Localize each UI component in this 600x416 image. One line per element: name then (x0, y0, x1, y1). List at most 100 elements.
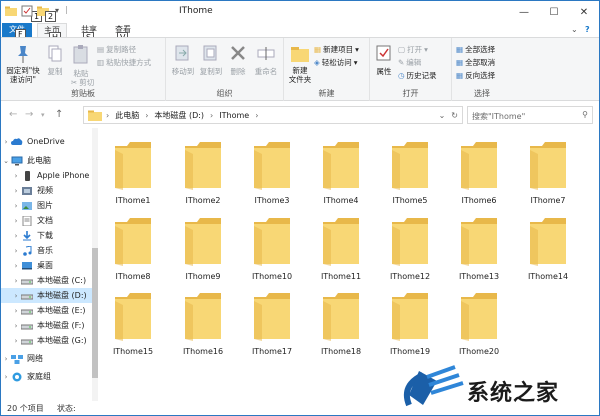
nav-item-[interactable]: › 下载 (1, 228, 93, 243)
nav-item-g[interactable]: › 本地磁盘 (G:) (1, 333, 93, 348)
folder-item[interactable]: IThome1 (99, 134, 167, 206)
nav-item-[interactable]: › 图片 (1, 198, 93, 213)
expand-chevron-icon[interactable]: › (11, 337, 21, 345)
folder-item[interactable]: IThome14 (514, 210, 582, 282)
nav-item-e[interactable]: › 本地磁盘 (E:) (1, 303, 93, 318)
search-input[interactable]: 搜索"IThome" ⚲ (467, 106, 593, 124)
copy-to-button[interactable]: 复制到 (198, 44, 224, 77)
paste-shortcut-icon: ▥ (97, 58, 105, 67)
expand-chevron-icon[interactable]: › (11, 262, 21, 270)
expand-chevron-icon[interactable]: › (11, 172, 21, 180)
nav-item-[interactable]: › 文档 (1, 213, 93, 228)
folder-item[interactable]: IThome18 (307, 285, 375, 357)
nav-item-f[interactable]: › 本地磁盘 (F:) (1, 318, 93, 333)
copy-button[interactable]: 复制 (45, 44, 65, 77)
expand-chevron-icon[interactable]: › (11, 187, 21, 195)
help-icon[interactable]: ? (585, 25, 590, 34)
nav-scrollbar[interactable] (92, 128, 98, 401)
chevron-down-icon[interactable]: ⌄ (571, 25, 578, 34)
expand-chevron-icon[interactable]: › (1, 373, 11, 381)
folder-name: IThome11 (320, 272, 362, 281)
new-item-button[interactable]: ▦ 新建项目 ▾ (314, 44, 359, 55)
folder-item[interactable]: IThome8 (99, 210, 167, 282)
edit-button[interactable]: ✎ 编辑 (398, 57, 421, 68)
folder-item[interactable]: IThome16 (169, 285, 237, 357)
new-folder-button[interactable]: 新建 文件夹 (288, 44, 312, 84)
easy-access-button[interactable]: ◈ 轻松访问 ▾ (314, 57, 358, 68)
folder-item[interactable]: IThome6 (445, 134, 513, 206)
chevron-down-icon[interactable]: ▾ (55, 6, 59, 15)
nav-scrollbar-thumb[interactable] (92, 248, 98, 378)
address-bar[interactable]: › 此电脑 › 本地磁盘 (D:) › IThome › ⌄ ↻ (83, 106, 463, 124)
expand-chevron-icon[interactable]: › (11, 247, 21, 255)
properties-button[interactable]: 属性 (374, 44, 394, 77)
folder-item[interactable]: IThome13 (445, 210, 513, 282)
copy-path-button[interactable]: ▤ 复制路径 (97, 44, 136, 55)
nav-item-[interactable]: ⌄ 此电脑 (1, 153, 93, 168)
open-button[interactable]: ▢ 打开 ▾ (398, 44, 428, 55)
folder-item[interactable]: IThome9 (169, 210, 237, 282)
folder-item[interactable]: IThome4 (307, 134, 375, 206)
folder-item[interactable]: IThome3 (238, 134, 306, 206)
cloud-icon (11, 137, 27, 147)
delete-button[interactable]: 删除 (228, 44, 248, 77)
recent-chevron-icon[interactable]: ▾ (41, 111, 45, 119)
expand-chevron-icon[interactable]: › (11, 307, 21, 315)
nav-item-[interactable]: › 桌面 (1, 258, 93, 273)
nav-item-c[interactable]: › 本地磁盘 (C:) (1, 273, 93, 288)
expand-chevron-icon[interactable]: › (11, 292, 21, 300)
close-icon[interactable]: ✕ (569, 1, 599, 23)
history-button[interactable]: ◷ 历史记录 (398, 70, 437, 81)
properties-icon[interactable] (21, 5, 33, 17)
folder-item[interactable]: IThome12 (376, 210, 444, 282)
document-icon (21, 215, 37, 226)
forward-icon[interactable]: → (25, 109, 33, 120)
folder-item[interactable]: IThome5 (376, 134, 444, 206)
folder-item[interactable]: IThome19 (376, 285, 444, 357)
address-dropdown-icon[interactable]: ⌄ (439, 111, 446, 120)
breadcrumb-drive-d[interactable]: 本地磁盘 (D:) (154, 110, 204, 121)
paste-shortcut-button[interactable]: ▥ 粘贴快捷方式 (97, 57, 151, 68)
expand-chevron-icon[interactable]: › (1, 355, 11, 363)
expand-chevron-icon[interactable]: › (11, 202, 21, 210)
nav-item-[interactable]: › 网络 (1, 351, 93, 366)
rename-button[interactable]: 重命名 (252, 44, 280, 77)
select-all-button[interactable]: ▦ 全部选择 (456, 44, 495, 55)
folder-icon (5, 6, 17, 16)
breadcrumb-this-pc[interactable]: 此电脑 (115, 110, 139, 121)
expand-chevron-icon[interactable]: ⌄ (1, 157, 11, 165)
nav-item-[interactable]: › 家庭组 (1, 369, 93, 384)
expand-chevron-icon[interactable]: › (11, 322, 21, 330)
folder-item[interactable]: IThome10 (238, 210, 306, 282)
expand-chevron-icon[interactable]: › (11, 217, 21, 225)
expand-chevron-icon[interactable]: › (11, 232, 21, 240)
pin-quick-access-button[interactable]: 固定到"快速访问" (5, 44, 41, 84)
select-none-button[interactable]: ▦ 全部取消 (456, 57, 495, 68)
cut-button[interactable]: ✂ 剪切 (71, 77, 94, 88)
expand-chevron-icon[interactable]: › (11, 277, 21, 285)
expand-chevron-icon[interactable]: › (1, 138, 11, 146)
easy-access-icon: ◈ (314, 58, 320, 67)
paste-button[interactable]: 粘贴 (71, 44, 91, 79)
nav-item-apple-iphone[interactable]: › Apple iPhone (1, 168, 93, 183)
nav-item-d[interactable]: › 本地磁盘 (D:) (1, 288, 93, 303)
breadcrumb-ithome[interactable]: IThome (219, 111, 249, 120)
move-to-button[interactable]: 移动到 (170, 44, 196, 77)
refresh-icon[interactable]: ↻ (451, 111, 458, 120)
folder-item[interactable]: IThome17 (238, 285, 306, 357)
folder-item[interactable]: IThome2 (169, 134, 237, 206)
nav-item-[interactable]: › 音乐 (1, 243, 93, 258)
maximize-icon[interactable]: ☐ (539, 1, 569, 23)
folder-item[interactable]: IThome11 (307, 210, 375, 282)
invert-selection-button[interactable]: ▦ 反向选择 (456, 70, 495, 81)
nav-item-onedrive[interactable]: › OneDrive (1, 134, 93, 149)
folder-item[interactable]: IThome7 (514, 134, 582, 206)
group-select: ▦ 全部选择 ▦ 全部取消 ▦ 反向选择 选择 (452, 38, 512, 101)
minimize-icon[interactable]: — (509, 1, 539, 23)
up-icon[interactable]: ↑ (55, 109, 63, 120)
back-icon[interactable]: ← (9, 109, 17, 120)
nav-item-[interactable]: › 视频 (1, 183, 93, 198)
folder-item[interactable]: IThome15 (99, 285, 167, 357)
folder-item[interactable]: IThome20 (445, 285, 513, 357)
nav-item-label: 本地磁盘 (F:) (37, 321, 85, 330)
